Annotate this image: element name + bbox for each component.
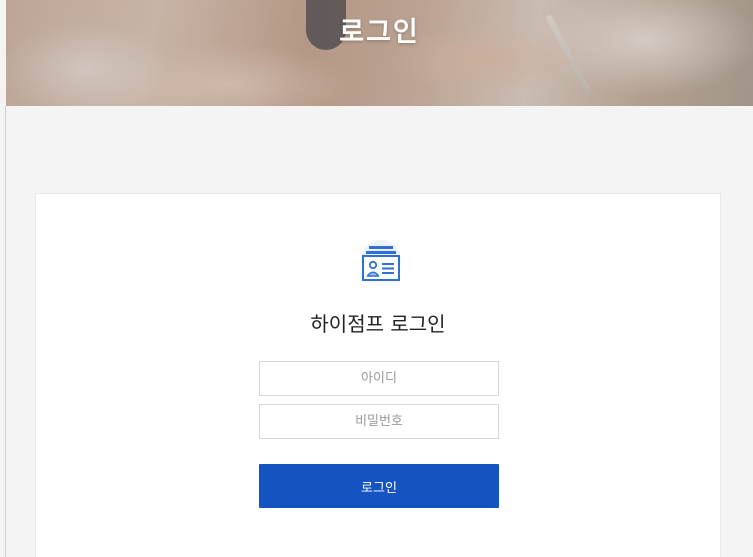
login-heading: 하이점프 로그인 [310,312,446,336]
username-input[interactable] [259,361,499,396]
page-banner: 로그인 [6,0,753,106]
login-card: 하이점프 로그인 로그인 [35,193,721,557]
left-divider [5,106,6,557]
password-input[interactable] [259,404,499,439]
id-card-icon [351,234,411,292]
page-title: 로그인 [339,17,420,48]
login-button[interactable]: 로그인 [259,464,499,508]
